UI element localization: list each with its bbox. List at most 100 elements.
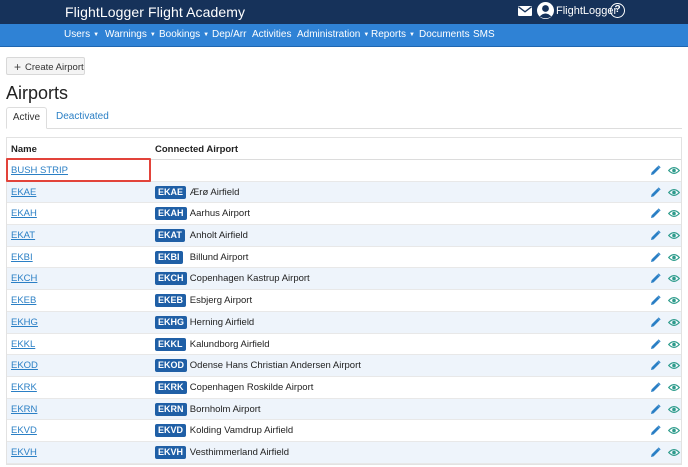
user-avatar-icon[interactable]	[537, 2, 554, 19]
airport-name-link[interactable]: EKBI	[11, 252, 33, 263]
envelope-icon[interactable]	[518, 6, 532, 16]
eye-icon[interactable]	[668, 383, 680, 392]
airport-name-link[interactable]: EKAE	[11, 187, 36, 198]
nav-documents[interactable]: Documents	[419, 29, 470, 40]
connected-airport-name: Anholt Airfield	[189, 230, 248, 242]
connected-airport-name: Herning Airfield	[189, 316, 255, 328]
nav-sms[interactable]: SMS	[473, 29, 495, 40]
connected-airport-name: Billund Airport	[189, 251, 249, 263]
eye-icon[interactable]	[668, 340, 680, 349]
table-row: EKRN EKRN Bornholm Airport	[7, 398, 681, 421]
nav-activities[interactable]: Activities	[252, 29, 291, 40]
airport-code-badge: EKAH	[155, 207, 187, 221]
pencil-icon[interactable]	[650, 208, 661, 219]
pencil-icon[interactable]	[650, 382, 661, 393]
nav-reports[interactable]: Reports ▼	[371, 29, 415, 40]
help-icon[interactable]: ?	[610, 3, 625, 18]
connected-airport-name: Bornholm Airport	[189, 403, 261, 415]
eye-icon[interactable]	[668, 426, 680, 435]
pencil-icon[interactable]	[650, 252, 661, 263]
chevron-down-icon: ▼	[409, 32, 415, 38]
pencil-icon[interactable]	[650, 187, 661, 198]
airport-code-badge: EKRK	[155, 380, 187, 394]
airport-name-link[interactable]: EKVD	[11, 425, 37, 436]
pencil-icon[interactable]	[650, 230, 661, 241]
eye-icon[interactable]	[668, 253, 680, 262]
airport-name-link[interactable]: EKOD	[11, 360, 38, 371]
create-airport-button[interactable]: + Create Airport	[6, 57, 85, 75]
eye-icon[interactable]	[668, 209, 680, 218]
nav-administration[interactable]: Administration ▼	[297, 29, 369, 40]
pencil-icon[interactable]	[650, 295, 661, 306]
table-row: EKCH EKCH Copenhagen Kastrup Airport	[7, 268, 681, 291]
connected-airport-name: Kolding Vamdrup Airfield	[189, 425, 294, 437]
nav-users[interactable]: Users ▼	[64, 29, 99, 40]
pencil-icon[interactable]	[650, 447, 661, 458]
pencil-icon[interactable]	[650, 338, 661, 350]
chevron-down-icon: ▼	[203, 32, 210, 38]
pencil-icon[interactable]	[650, 273, 661, 284]
airport-name-link[interactable]: EKVH	[11, 447, 37, 458]
eye-icon[interactable]	[668, 231, 680, 240]
airport-code-badge: EKVH	[155, 445, 187, 459]
connected-airport-name: Aarhus Airport	[189, 208, 250, 220]
plus-icon: +	[14, 60, 22, 74]
airport-name-link[interactable]: EKCH	[11, 273, 37, 284]
table-row: EKAH EKAH Aarhus Airport	[7, 203, 681, 226]
airport-code-badge: EKRN	[155, 402, 187, 416]
airport-name-link[interactable]: EKAH	[11, 208, 37, 219]
airport-code-badge: EKEB	[155, 294, 187, 308]
airport-name-link[interactable]: EKAT	[11, 230, 35, 241]
eye-icon[interactable]	[668, 448, 680, 457]
top-bar: FlightLogger Flight Academy FlightLogger…	[0, 0, 688, 24]
eye-icon[interactable]	[668, 405, 680, 414]
chevron-down-icon: ▼	[363, 32, 370, 38]
eye-icon[interactable]	[668, 274, 680, 283]
table-row: EKOD EKOD Odense Hans Christian Andersen…	[7, 355, 681, 377]
airport-code-badge: EKAE	[155, 185, 187, 199]
table-row: EKRK EKRK Copenhagen Roskilde Airport	[7, 376, 681, 399]
pencil-icon[interactable]	[650, 360, 661, 371]
airport-code-badge: EKCH	[155, 272, 187, 286]
nav-warnings[interactable]: Warnings ▼	[105, 29, 156, 40]
connected-airport-name: Copenhagen Kastrup Airport	[189, 273, 310, 285]
connected-airport-name: Odense Hans Christian Andersen Airport	[189, 360, 361, 372]
pencil-icon[interactable]	[650, 403, 661, 415]
airport-name-link[interactable]: EKEB	[11, 295, 36, 306]
eye-icon[interactable]	[668, 166, 680, 175]
header-name: Name	[11, 144, 37, 155]
pencil-icon[interactable]	[650, 425, 661, 436]
airport-name-link[interactable]: EKRN	[11, 404, 37, 415]
airport-name-link[interactable]: EKHG	[11, 317, 38, 328]
airport-code-badge: EKVD	[155, 424, 187, 438]
eye-icon[interactable]	[668, 296, 680, 305]
connected-airport-name: Vesthimmerland Airfield	[189, 446, 290, 458]
user-name[interactable]: FlightLogger	[556, 5, 617, 17]
eye-icon[interactable]	[668, 361, 680, 370]
eye-icon[interactable]	[668, 188, 680, 197]
nav-bookings[interactable]: Bookings ▼	[159, 29, 209, 40]
tab-active[interactable]: Active	[6, 107, 47, 129]
pencil-icon[interactable]	[650, 317, 661, 328]
tab-deactivated[interactable]: Deactivated	[56, 111, 109, 122]
table-row: EKAT EKAT Anholt Airfield	[7, 225, 681, 247]
app-brand[interactable]: FlightLogger Flight Academy	[65, 4, 245, 20]
create-airport-label: Create Airport	[25, 62, 84, 73]
table-header: Name Connected Airport	[7, 138, 681, 160]
table-row: EKEB EKEB Esbjerg Airport	[7, 290, 681, 312]
status-tabs: Active Deactivated	[6, 107, 682, 129]
airport-code-badge: EKHG	[155, 315, 188, 329]
page-title: Airports	[6, 83, 69, 103]
table-row: EKAE EKAE Ærø Airfield	[7, 181, 681, 204]
main-nav: Users ▼ Warnings ▼ Bookings ▼ Dep/Arr Activ…	[0, 24, 688, 47]
pencil-icon[interactable]	[650, 165, 661, 176]
header-connected-airport: Connected Airport	[155, 144, 239, 155]
airport-code-badge: EKBI	[155, 250, 183, 264]
table-row: EKKL EKKL Kalundborg Airfield	[7, 333, 681, 356]
nav-dep-arr[interactable]: Dep/Arr	[212, 29, 246, 40]
table-row: EKVH EKVH Vesthimmerland Airfield	[7, 441, 681, 464]
connected-airport-name: Esbjerg Airport	[189, 295, 253, 307]
airport-name-link[interactable]: EKRK	[11, 382, 37, 393]
eye-icon[interactable]	[668, 318, 680, 327]
airport-name-link[interactable]: EKKL	[11, 339, 35, 350]
